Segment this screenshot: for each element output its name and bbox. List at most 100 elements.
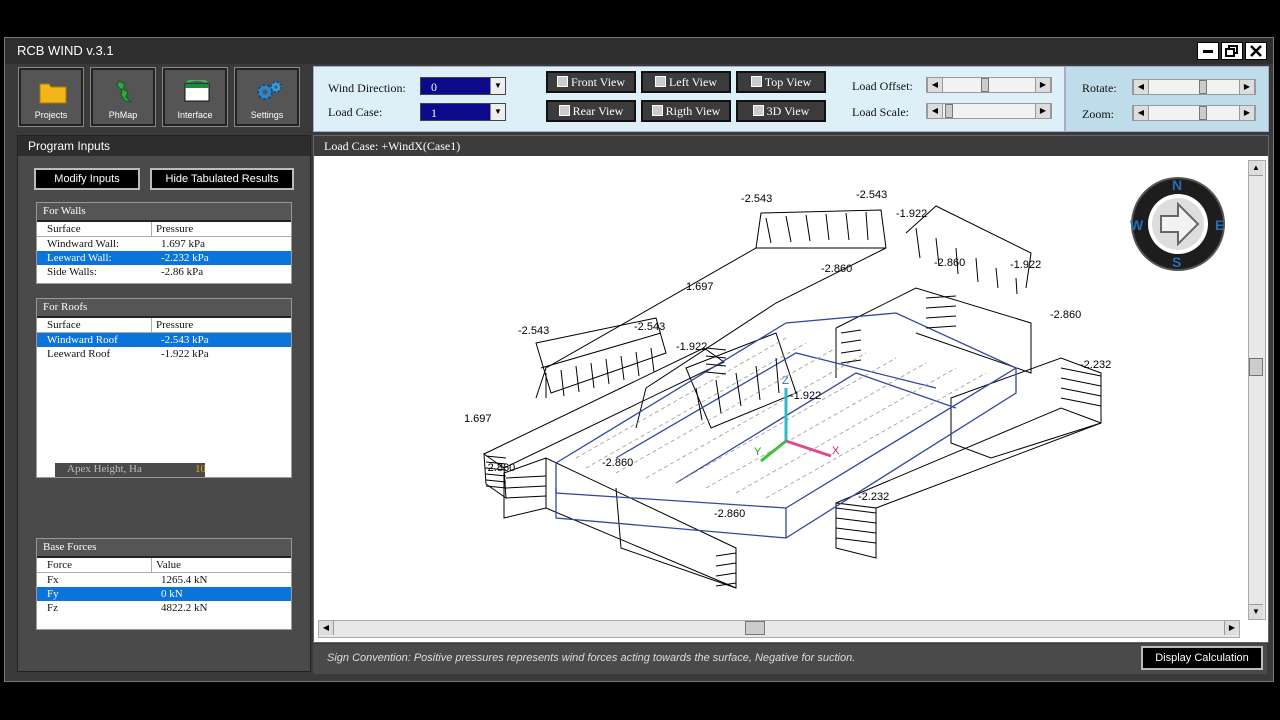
left-view-label: Left View [668, 75, 718, 89]
pressure-label: -2.232 [858, 491, 889, 503]
pressure-label: -2.860 [484, 462, 515, 474]
table-row[interactable]: Side Walls: -2.86 kPa [37, 265, 291, 279]
modify-inputs-button[interactable]: Modify Inputs [34, 168, 140, 190]
interface-button[interactable]: Interface [162, 67, 228, 127]
arrow-left-icon[interactable]: ◀ [927, 104, 943, 118]
settings-button[interactable]: Settings [234, 67, 300, 127]
column-header: Surface [47, 319, 81, 331]
base-forces-title: Base Forces [37, 539, 291, 558]
arrow-right-icon[interactable]: ▶ [1035, 104, 1051, 118]
left-view-button[interactable]: Left View [641, 71, 731, 93]
top-view-button[interactable]: Top View [736, 71, 826, 93]
3d-view-label: 3D View [766, 104, 810, 118]
walls-table: For Walls Surface Pressure Windward Wall:… [36, 202, 292, 284]
arrow-right-icon[interactable]: ▶ [1035, 78, 1051, 92]
arrow-left-icon[interactable]: ◀ [927, 78, 943, 92]
close-button[interactable] [1245, 42, 1267, 60]
rotate-thumb[interactable] [1199, 80, 1207, 94]
interface-label: Interface [177, 110, 213, 120]
map-icon [116, 80, 133, 103]
wind-direction-select[interactable]: 0 ▼ [420, 77, 506, 95]
pressure-cell: -2.543 kPa [161, 334, 209, 346]
table-row[interactable]: Fx 1265.4 kN [37, 573, 291, 587]
table-row[interactable]: Fz 4822.2 kN [37, 601, 291, 615]
zoom-slider[interactable]: ◀ ▶ [1132, 105, 1256, 121]
load-scale-label: Load Scale: [852, 105, 909, 119]
table-row[interactable]: Windward Wall: 1.697 kPa [37, 237, 291, 251]
arrow-left-icon[interactable]: ◀ [1133, 80, 1149, 94]
arrow-right-icon[interactable]: ▶ [1239, 80, 1255, 94]
horizontal-scroll-thumb[interactable] [745, 621, 765, 635]
front-view-button[interactable]: Front View [546, 71, 636, 93]
title-bar: RCB WIND v.3.1 [5, 38, 1273, 64]
zoom-thumb[interactable] [1199, 106, 1207, 120]
compass-icon[interactable]: N E S W [1130, 177, 1225, 271]
building-3d-model[interactable]: Z X Y -2.543 -2.543 -1.922 -2.860 -2.860… [316, 158, 1246, 618]
vertical-scrollbar[interactable]: ▲ ▼ [1248, 160, 1266, 620]
restore-icon [1225, 45, 1238, 57]
load-offset-label: Load Offset: [852, 79, 913, 93]
base-forces-table: Base Forces Force Value Fx 1265.4 kN Fy 0 k… [36, 538, 292, 630]
load-case-select[interactable]: 1 ▼ [420, 103, 506, 121]
table-row-selected[interactable]: Leeward Wall: -2.232 kPa [37, 251, 291, 265]
cube-icon [750, 76, 762, 87]
projects-button[interactable]: Projects [18, 67, 84, 127]
roofs-table: For Roofs Surface Pressure Windward Roof -… [36, 298, 292, 478]
pressure-label: -2.860 [714, 508, 745, 520]
window-title: RCB WIND v.3.1 [17, 43, 114, 58]
hide-tabulated-results-button[interactable]: Hide Tabulated Results [150, 168, 294, 190]
folder-icon [39, 83, 67, 104]
arrow-right-icon[interactable]: ▶ [1224, 621, 1239, 635]
hidden-input-label: Apex Height, Ha [67, 463, 142, 475]
wind-direction-value: 0 [431, 80, 437, 94]
model-viewport[interactable]: Load Case: +WindX(Case1) Z X Y -2.543 -2… [313, 135, 1269, 643]
table-header: Force Value [37, 558, 291, 573]
arrow-up-icon[interactable]: ▲ [1249, 161, 1263, 176]
load-offset-thumb[interactable] [981, 78, 989, 92]
surface-cell: Windward Roof [47, 334, 118, 346]
arrow-right-icon[interactable]: ▶ [1239, 106, 1255, 120]
load-scale-thumb[interactable] [945, 104, 953, 118]
arrow-left-icon[interactable]: ◀ [319, 621, 334, 635]
load-case-label: Load Case: [328, 105, 383, 119]
table-row-selected[interactable]: Windward Roof -2.543 kPa [37, 333, 291, 347]
horizontal-scrollbar[interactable]: ◀ ▶ [318, 620, 1240, 638]
axis-x-label: X [832, 445, 840, 457]
panel-title-text: Program Inputs [28, 139, 111, 153]
projects-label: Projects [34, 110, 68, 120]
arrow-down-icon[interactable]: ▼ [1249, 604, 1263, 619]
close-icon [1250, 45, 1262, 57]
axis-triad: Z X Y [754, 375, 840, 463]
compass-s: S [1172, 254, 1181, 270]
maximize-button[interactable] [1221, 42, 1243, 60]
front-view-label: Front View [570, 75, 626, 89]
table-row[interactable]: Leeward Roof -1.922 kPa [37, 347, 291, 361]
pressure-cell: -1.922 kPa [161, 348, 209, 360]
pressure-label: -2.860 [602, 457, 633, 469]
vertical-scroll-thumb[interactable] [1249, 358, 1263, 376]
cube-3d-icon [752, 105, 764, 116]
pressure-label: -2.543 [856, 189, 887, 201]
display-calculation-button[interactable]: Display Calculation [1141, 646, 1263, 670]
load-scale-slider[interactable]: ◀ ▶ [926, 103, 1052, 119]
pressure-label: -2.860 [1050, 309, 1081, 321]
table-header: Surface Pressure [37, 222, 291, 237]
minimize-icon [1203, 50, 1213, 53]
status-footer: Sign Convention: Positive pressures repr… [313, 644, 1267, 674]
load-case-title: Load Case: +WindX(Case1) [324, 139, 461, 153]
load-offset-slider[interactable]: ◀ ▶ [926, 77, 1052, 93]
pressure-label: 1.697 [464, 413, 492, 425]
rear-view-button[interactable]: Rear View [546, 100, 636, 122]
rotate-zoom-toolbar: Rotate: ◀ ▶ Zoom: ◀ ▶ [1065, 66, 1269, 132]
3d-view-button[interactable]: 3D View [736, 100, 826, 122]
rotate-slider[interactable]: ◀ ▶ [1132, 79, 1256, 95]
app-window: RCB WIND v.3.1 Projects PhMap Interface … [4, 37, 1274, 682]
pressure-labels: -2.543 -2.543 -1.922 -2.860 -2.860 -1.92… [464, 189, 1111, 520]
right-view-button[interactable]: Rigth View [641, 100, 731, 122]
phmap-button[interactable]: PhMap [90, 67, 156, 127]
table-row-selected[interactable]: Fy 0 kN [37, 587, 291, 601]
minimize-button[interactable] [1197, 42, 1219, 60]
arrow-left-icon[interactable]: ◀ [1133, 106, 1149, 120]
sign-convention-note: Sign Convention: Positive pressures repr… [327, 652, 856, 664]
cube-icon [654, 76, 666, 87]
